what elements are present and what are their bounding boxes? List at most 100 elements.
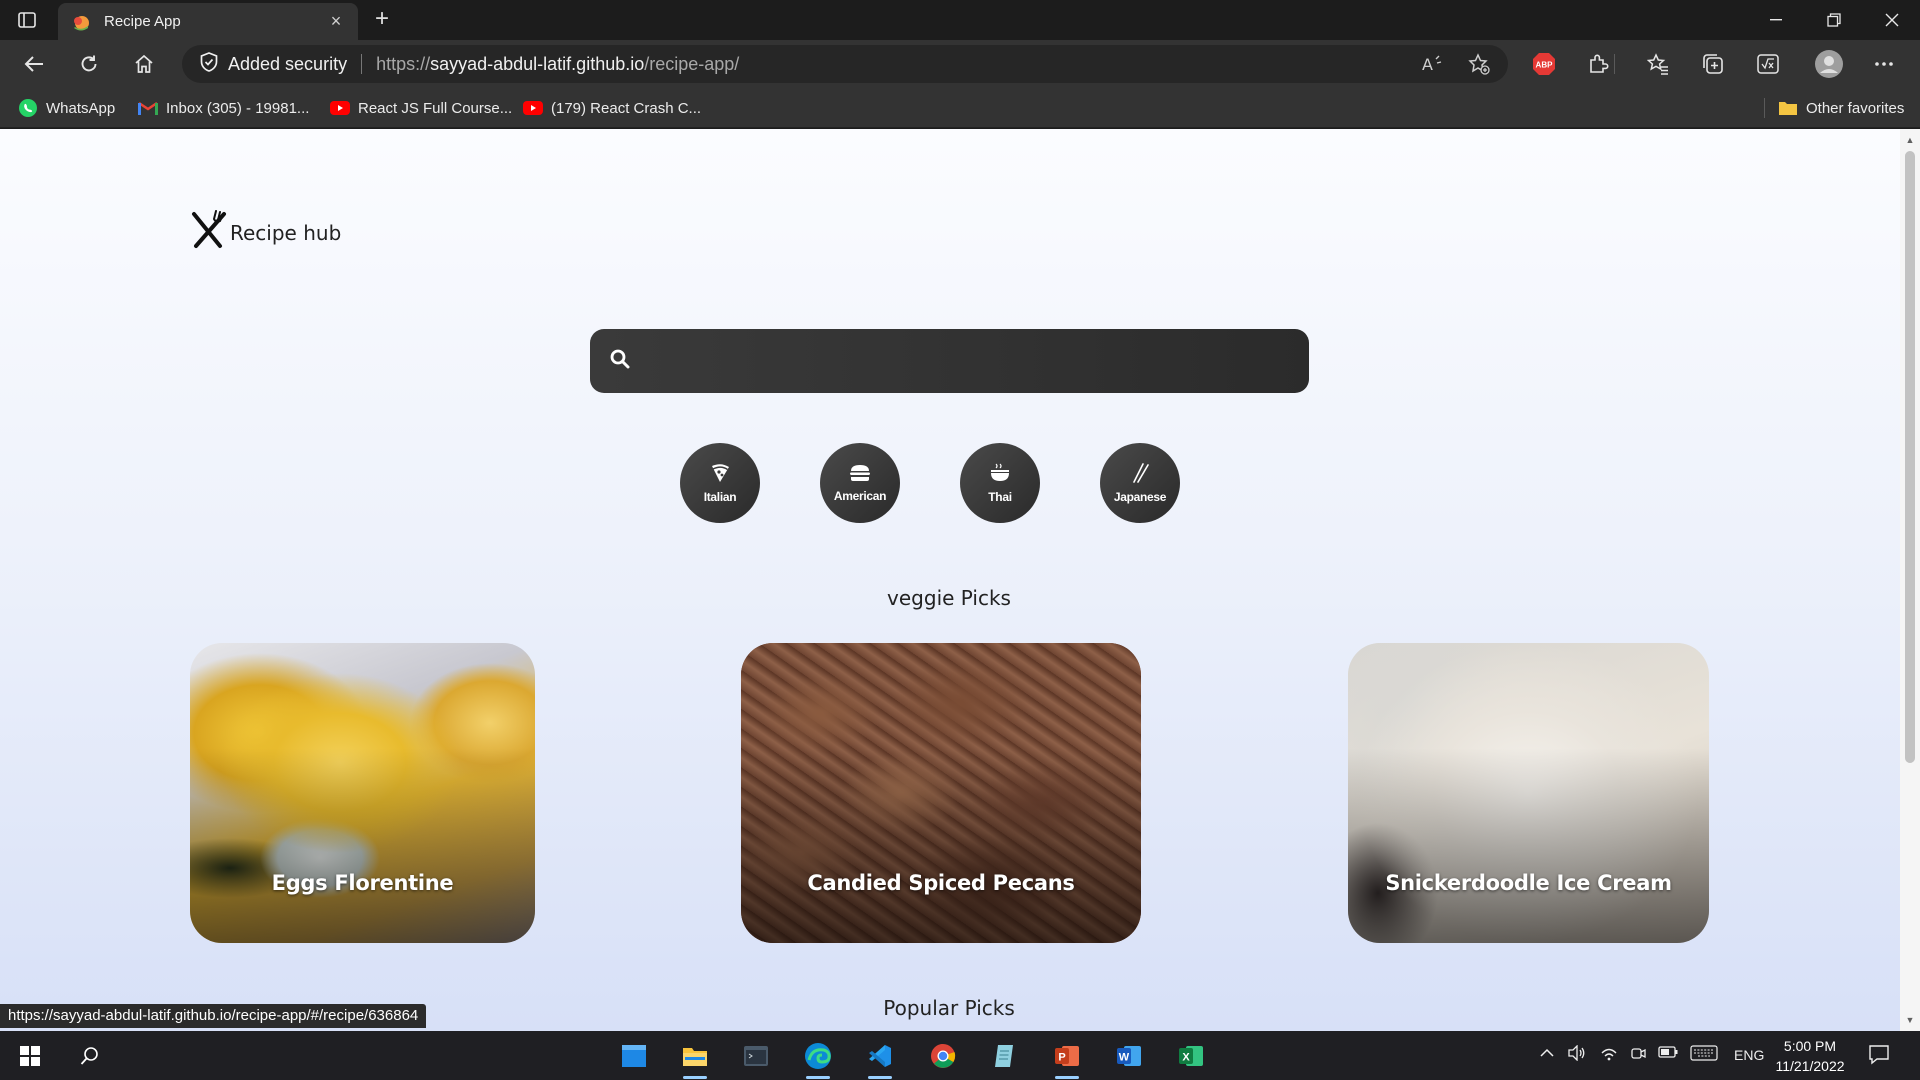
noodle-bowl-icon [989, 463, 1011, 488]
math-solver-icon[interactable] [1754, 50, 1782, 78]
security-label[interactable]: Added security [228, 54, 347, 75]
browser-titlebar: Recipe App × + [0, 0, 1920, 40]
gmail-icon [138, 98, 158, 118]
more-options-icon[interactable] [1870, 50, 1898, 78]
recipe-title: Candied Spiced Pecans [807, 871, 1075, 895]
windows-start-icon[interactable] [12, 1038, 48, 1074]
restore-icon[interactable] [1806, 0, 1862, 40]
bookmark-label: WhatsApp [46, 99, 116, 117]
battery-icon[interactable] [1658, 1045, 1678, 1061]
toolbar-divider [1614, 54, 1615, 74]
bookmark-label: Inbox (305) - 19981... [166, 99, 310, 117]
popular-picks-heading: Popular Picks [883, 996, 1015, 1020]
profile-avatar-icon[interactable] [1814, 49, 1844, 79]
fork-knife-icon [190, 210, 228, 255]
home-icon[interactable] [128, 48, 160, 80]
vscode-icon[interactable] [862, 1038, 898, 1079]
minimize-icon[interactable] [1748, 0, 1804, 40]
recipe-title: Eggs Florentine [271, 871, 454, 895]
word-icon[interactable]: W [1111, 1038, 1147, 1074]
volume-icon[interactable] [1568, 1044, 1586, 1064]
folder-icon [1778, 98, 1798, 118]
tab-close-icon[interactable]: × [326, 11, 346, 32]
page-scrollbar[interactable]: ▲ ▼ [1900, 129, 1920, 1031]
link-hover-status: https://sayyad-abdul-latif.github.io/rec… [0, 1004, 427, 1028]
shield-icon[interactable] [200, 51, 218, 77]
scroll-down-icon[interactable]: ▼ [1900, 1011, 1920, 1029]
tab-title: Recipe App [104, 13, 181, 30]
bookmark-whatsapp[interactable]: WhatsApp [18, 96, 115, 120]
address-separator [361, 54, 363, 74]
new-tab-button[interactable]: + [368, 6, 396, 34]
svg-text:W: W [1119, 1052, 1130, 1064]
svg-text:ABP: ABP [1536, 61, 1554, 70]
wifi-icon[interactable] [1600, 1045, 1618, 1064]
taskbar-clock[interactable]: 5:00 PM 11/21/2022 [1770, 1036, 1850, 1076]
bookmark-react-crash[interactable]: (179) React Crash C... [523, 96, 701, 120]
recipe-card[interactable]: Candied Spiced Pecans [741, 643, 1141, 943]
cuisine-label: Japanese [1113, 489, 1167, 504]
taskbar-search-icon[interactable] [72, 1038, 108, 1074]
file-explorer-icon[interactable] [677, 1038, 713, 1079]
chrome-icon[interactable] [925, 1038, 961, 1074]
app-logo[interactable]: Recipe hub [190, 210, 341, 255]
address-bar[interactable]: Added security https://sayyad-abdul-lati… [182, 45, 1508, 83]
url-host: sayyad-abdul-latif.github.io [430, 53, 645, 74]
bookmarks-divider [1764, 98, 1765, 118]
browser-toolbar: Added security https://sayyad-abdul-lati… [0, 40, 1920, 88]
recipe-card[interactable]: Eggs Florentine [190, 643, 535, 943]
adblock-extension-icon[interactable]: ABP [1530, 50, 1558, 78]
close-window-icon[interactable] [1864, 0, 1920, 40]
store-app-icon[interactable] [616, 1038, 652, 1074]
svg-text:P: P [1058, 1052, 1065, 1064]
recipe-card[interactable]: Snickerdoodle Ice Cream [1348, 643, 1709, 943]
refresh-icon[interactable] [73, 48, 105, 80]
search-bar[interactable] [590, 329, 1309, 393]
svg-text:A: A [1422, 55, 1433, 74]
show-hidden-icons-icon[interactable] [1540, 1045, 1554, 1061]
cuisine-japanese-button[interactable]: Japanese [1100, 443, 1180, 523]
scrollbar-thumb[interactable] [1905, 151, 1915, 763]
cuisine-italian-button[interactable]: Italian [680, 443, 760, 523]
bookmark-gmail-inbox[interactable]: Inbox (305) - 19981... [138, 96, 309, 120]
url-prefix: https:// [376, 53, 431, 74]
add-favorite-icon[interactable] [1467, 52, 1491, 76]
notifications-icon[interactable] [1868, 1043, 1890, 1068]
edge-browser-icon[interactable] [800, 1038, 836, 1079]
meet-now-icon[interactable] [1630, 1045, 1646, 1064]
favorites-icon[interactable] [1644, 50, 1672, 78]
recipe-app-page: Recipe hub Italian American Thai Japanes… [0, 129, 1900, 1031]
bookmark-react-course[interactable]: React JS Full Course... [330, 96, 512, 120]
extensions-icon[interactable] [1584, 50, 1612, 78]
read-aloud-icon[interactable]: A [1421, 52, 1445, 76]
terminal-app-icon[interactable] [738, 1038, 774, 1074]
url-path: /recipe-app/ [644, 53, 740, 74]
bookmark-label: (179) React Crash C... [551, 99, 702, 117]
bookmarks-bar: WhatsApp Inbox (305) - 19981... React JS… [0, 88, 1920, 128]
tab-actions-icon[interactable] [14, 8, 40, 32]
whatsapp-icon [18, 98, 38, 118]
powerpoint-icon[interactable]: P [1049, 1038, 1085, 1079]
clock-time: 5:00 PM [1783, 1038, 1837, 1054]
url-text[interactable]: https://sayyad-abdul-latif.github.io/rec… [376, 54, 739, 75]
collections-icon[interactable] [1699, 50, 1727, 78]
cuisine-thai-button[interactable]: Thai [960, 443, 1040, 523]
language-indicator[interactable]: ENG [1734, 1047, 1764, 1063]
other-favorites-label: Other favorites [1806, 99, 1905, 117]
svg-text:X: X [1182, 1052, 1190, 1064]
cuisine-label: Thai [988, 489, 1012, 504]
back-icon[interactable] [18, 48, 50, 80]
bookmark-label: React JS Full Course... [358, 99, 513, 117]
keyboard-icon[interactable] [1690, 1045, 1718, 1064]
veggie-picks-heading: veggie Picks [887, 586, 1011, 610]
recipe-title: Snickerdoodle Ice Cream [1385, 871, 1672, 895]
burger-icon [849, 464, 871, 487]
browser-tab[interactable]: Recipe App × [58, 3, 358, 40]
search-input[interactable] [644, 350, 1264, 372]
cuisine-american-button[interactable]: American [820, 443, 900, 523]
scroll-up-icon[interactable]: ▲ [1900, 131, 1920, 149]
other-favorites-folder[interactable]: Other favorites [1778, 96, 1904, 120]
notepad-app-icon[interactable] [987, 1038, 1023, 1074]
excel-icon[interactable]: X [1173, 1038, 1209, 1074]
clock-date: 11/21/2022 [1775, 1058, 1845, 1074]
